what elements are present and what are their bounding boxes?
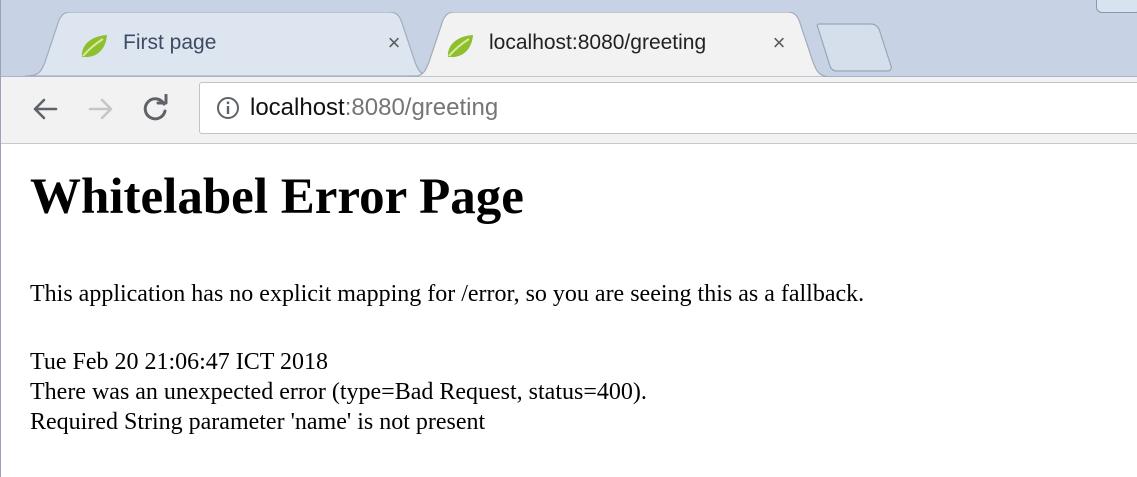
reload-button[interactable]: [135, 89, 175, 129]
back-button[interactable]: [25, 89, 65, 129]
new-tab-button[interactable]: [815, 12, 895, 76]
url-path: :8080/greeting: [344, 94, 499, 121]
tab-close-icon[interactable]: ×: [765, 29, 793, 57]
forward-button[interactable]: [81, 89, 121, 129]
url-host: localhost: [250, 94, 345, 121]
tab-greeting[interactable]: localhost:8080/greeting ×: [409, 12, 833, 77]
spring-leaf-icon: [447, 35, 473, 58]
window-control-button[interactable]: [1096, 0, 1137, 13]
tab-title: First page: [123, 31, 217, 54]
reload-icon: [143, 94, 168, 121]
error-detail: Required String parameter 'name' is not …: [30, 409, 486, 435]
browser-toolbar: localhost:8080/greeting: [1, 77, 1137, 144]
tab-strip: First page × localhost:8080/greeting ×: [1, 0, 1137, 77]
page-content: Whitelabel Error Page This application h…: [0, 144, 1137, 477]
page-title: Whitelabel Error Page: [30, 169, 524, 225]
spring-leaf-icon: [81, 35, 107, 58]
info-icon[interactable]: [216, 96, 240, 120]
address-bar[interactable]: localhost:8080/greeting: [199, 82, 1137, 134]
arrow-left-icon: [33, 98, 58, 120]
tab-first-page[interactable]: First page ×: [25, 12, 435, 76]
arrow-right-icon: [88, 98, 113, 120]
error-details: Tue Feb 20 21:06:47 ICT 2018 There was a…: [30, 347, 647, 437]
error-timestamp: Tue Feb 20 21:06:47 ICT 2018: [30, 349, 329, 375]
browser-chrome: First page × localhost:8080/greeting × l…: [0, 0, 1137, 144]
tab-close-icon[interactable]: ×: [380, 29, 408, 57]
tab-title: localhost:8080/greeting: [489, 31, 707, 54]
error-message: This application has no explicit mapping…: [30, 281, 865, 307]
new-tab-icon: [816, 23, 892, 72]
url-text: localhost:8080/greeting: [250, 94, 498, 122]
error-type: There was an unexpected error (type=Bad …: [30, 379, 647, 405]
